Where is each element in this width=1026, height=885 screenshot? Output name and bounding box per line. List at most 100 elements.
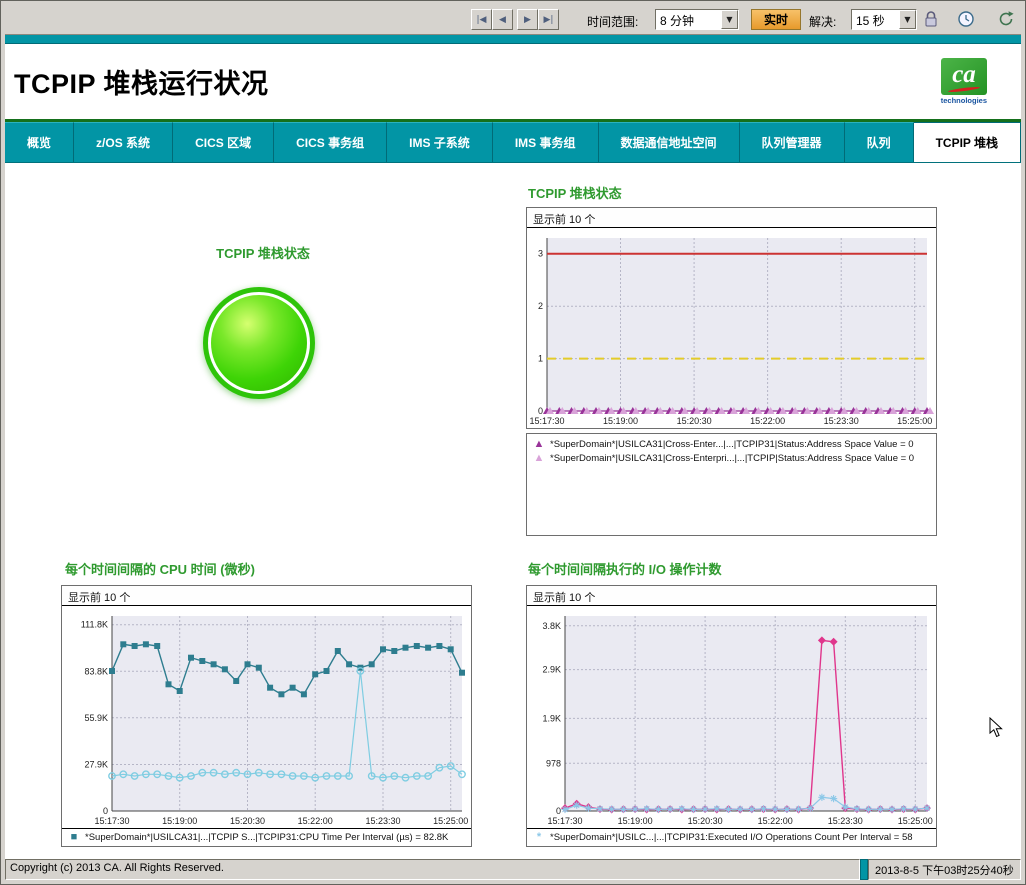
legend-label: *SuperDomain*|USILCA31|Cross-Enterpri...… bbox=[550, 453, 914, 464]
tab-3[interactable]: CICS 区域 bbox=[173, 122, 274, 162]
svg-text:3.8K: 3.8K bbox=[542, 621, 561, 631]
legend-entry: ▲ *SuperDomain*|USILCA31|Cross-Enter...|.… bbox=[533, 439, 930, 450]
ca-logo-mark: ca bbox=[941, 58, 987, 95]
svg-text:0: 0 bbox=[538, 406, 543, 416]
svg-text:15:20:30: 15:20:30 bbox=[230, 816, 265, 826]
tab-5[interactable]: IMS 子系统 bbox=[387, 122, 493, 162]
application-window: |◀ ◀ ▶ ▶| 时间范围: 8 分钟 ▼ 实时 解决: 15 秒 ▼ bbox=[0, 0, 1026, 885]
nav-next-button[interactable]: ▶ bbox=[517, 9, 538, 30]
status-light bbox=[203, 287, 315, 399]
svg-text:15:23:30: 15:23:30 bbox=[824, 416, 859, 426]
tab-10[interactable]: TCPIP 堆栈 bbox=[914, 122, 1021, 162]
svg-text:1.9K: 1.9K bbox=[542, 713, 561, 723]
live-button[interactable]: 实时 bbox=[751, 9, 801, 30]
toolbar: |◀ ◀ ▶ ▶| 时间范围: 8 分钟 ▼ 实时 解决: 15 秒 ▼ bbox=[5, 5, 1021, 34]
svg-text:15:22:00: 15:22:00 bbox=[298, 816, 333, 826]
status-bar: Copyright (c) 2013 CA. All Rights Reserv… bbox=[5, 859, 1021, 880]
resolution-label: 解决: bbox=[809, 13, 836, 30]
triangle-marker-icon: ▲ bbox=[533, 439, 545, 450]
top-n-label: 显示前 10 个 bbox=[62, 586, 471, 606]
legend-label: *SuperDomain*|USILC...|...|TCPIP31:Execu… bbox=[550, 832, 913, 843]
asterisk-marker-icon: * bbox=[533, 832, 545, 843]
svg-text:1: 1 bbox=[538, 354, 543, 364]
status-light-lens bbox=[211, 295, 307, 391]
mouse-cursor bbox=[989, 717, 1005, 739]
resolution-select[interactable]: 15 秒 ▼ bbox=[851, 9, 917, 30]
document-area: TCPIP 堆栈运行状况 ca technologies 概览z/OS 系统CI… bbox=[5, 44, 1021, 859]
cpu-chart-heading: 每个时间间隔的 CPU 时间 (微秒) bbox=[65, 559, 255, 578]
nav-previous-button[interactable]: ◀ bbox=[492, 9, 513, 30]
io-chart-heading: 每个时间间隔执行的 I/O 操作计数 bbox=[528, 559, 722, 578]
tab-6[interactable]: IMS 事务组 bbox=[493, 122, 599, 162]
nav-first-button[interactable]: |◀ bbox=[471, 9, 492, 30]
top-accent-bar bbox=[5, 34, 1021, 44]
status-chart[interactable]: 0 1 2 3 15:17:30 15:19:00 15:20:30 15:22:00 15:2… bbox=[527, 228, 936, 428]
cpu-chart-legend: ■*SuperDomain*|USILCA31|...|TCPIP S...|T… bbox=[62, 828, 471, 846]
tab-2[interactable]: z/OS 系统 bbox=[74, 122, 173, 162]
status-chart-panel: 显示前 10 个 0 1 2 3 15:17:30 15:19:00 15:20:30 15:… bbox=[526, 207, 937, 429]
svg-text:15:22:00: 15:22:00 bbox=[750, 416, 785, 426]
svg-text:55.9K: 55.9K bbox=[84, 713, 108, 723]
statusbar-datetime: 2013-8-5 下午03时25分40秒 bbox=[868, 859, 1021, 880]
io-chart-panel: 显示前 10 个 0 978 1.9K 2.9K 3.8K 15:17:30 15:19:0… bbox=[526, 585, 937, 847]
refresh-icon[interactable] bbox=[997, 10, 1017, 30]
io-chart-legend: * *SuperDomain*|USILC...|...|TCPIP31:Exec… bbox=[527, 828, 936, 846]
svg-text:3: 3 bbox=[538, 249, 543, 259]
svg-text:15:17:30: 15:17:30 bbox=[547, 816, 582, 826]
status-light-heading: TCPIP 堆栈状态 bbox=[5, 243, 521, 262]
svg-text:15:19:00: 15:19:00 bbox=[162, 816, 197, 826]
top-n-label: 显示前 10 个 bbox=[527, 586, 936, 606]
svg-text:2.9K: 2.9K bbox=[542, 665, 561, 675]
legend-entry: * *SuperDomain*|USILC...|...|TCPIP31:Exec… bbox=[533, 832, 930, 843]
svg-text:15:19:00: 15:19:00 bbox=[618, 816, 653, 826]
svg-text:27.9K: 27.9K bbox=[84, 760, 108, 770]
svg-text:978: 978 bbox=[546, 758, 561, 768]
svg-text:2: 2 bbox=[538, 301, 543, 311]
triangle-marker-icon: ▲ bbox=[533, 453, 545, 464]
cpu-chart-panel: 显示前 10 个 027.9K55.9K83.8K111.8K15:17:301… bbox=[61, 585, 472, 847]
tab-8[interactable]: 队列管理器 bbox=[740, 122, 845, 162]
svg-text:0: 0 bbox=[556, 806, 561, 816]
svg-text:15:22:00: 15:22:00 bbox=[758, 816, 793, 826]
page-header: TCPIP 堆栈运行状况 ca technologies bbox=[5, 44, 1021, 119]
tab-1[interactable]: 概览 bbox=[5, 122, 74, 162]
cpu-chart[interactable]: 027.9K55.9K83.8K111.8K15:17:3015:19:0015… bbox=[62, 606, 471, 828]
ca-logo: ca technologies bbox=[941, 58, 987, 105]
svg-text:15:20:30: 15:20:30 bbox=[677, 416, 712, 426]
svg-text:15:25:00: 15:25:00 bbox=[898, 816, 933, 826]
svg-text:15:23:30: 15:23:30 bbox=[365, 816, 400, 826]
io-chart[interactable]: 0 978 1.9K 2.9K 3.8K 15:17:30 15:19:00 15:20:30… bbox=[527, 606, 936, 828]
status-chart-heading: TCPIP 堆栈状态 bbox=[528, 183, 622, 202]
svg-text:15:20:30: 15:20:30 bbox=[688, 816, 723, 826]
legend-label: *SuperDomain*|USILCA31|...|TCPIP S...|TC… bbox=[85, 832, 448, 843]
legend-entry: ■*SuperDomain*|USILCA31|...|TCPIP S...|T… bbox=[68, 832, 465, 843]
top-n-label: 显示前 10 个 bbox=[527, 208, 936, 228]
history-clock-icon[interactable] bbox=[957, 10, 977, 30]
chevron-down-icon[interactable]: ▼ bbox=[899, 10, 916, 29]
page-title: TCPIP 堆栈运行状况 bbox=[14, 62, 269, 101]
lock-icon[interactable] bbox=[923, 10, 943, 30]
tab-9[interactable]: 队列 bbox=[845, 122, 914, 162]
svg-text:111.8K: 111.8K bbox=[81, 620, 108, 630]
time-range-select[interactable]: 8 分钟 ▼ bbox=[655, 9, 739, 30]
nav-last-button[interactable]: ▶| bbox=[538, 9, 559, 30]
svg-text:15:17:30: 15:17:30 bbox=[529, 416, 564, 426]
legend-entry: ▲ *SuperDomain*|USILCA31|Cross-Enterpri..… bbox=[533, 453, 930, 464]
tab-7[interactable]: 数据通信地址空间 bbox=[599, 122, 740, 162]
svg-text:0: 0 bbox=[103, 806, 108, 816]
legend-label: *SuperDomain*|USILCA31|Cross-Enter...|..… bbox=[550, 439, 914, 450]
svg-text:15:25:00: 15:25:00 bbox=[433, 816, 468, 826]
svg-text:15:23:30: 15:23:30 bbox=[828, 816, 863, 826]
dashboard-content: TCPIP 堆栈状态 TCPIP 堆栈状态 显示前 10 个 0 1 2 3 15:17… bbox=[5, 163, 1021, 859]
status-chart-legend: ▲ *SuperDomain*|USILCA31|Cross-Enter...|.… bbox=[526, 433, 937, 536]
svg-text:15:19:00: 15:19:00 bbox=[603, 416, 638, 426]
svg-text:83.8K: 83.8K bbox=[84, 666, 108, 676]
ca-logo-subtext: technologies bbox=[941, 96, 987, 105]
time-range-label: 时间范围: bbox=[587, 13, 638, 30]
copyright-text: Copyright (c) 2013 CA. All Rights Reserv… bbox=[5, 859, 860, 880]
tab-4[interactable]: CICS 事务组 bbox=[274, 122, 387, 162]
statusbar-divider bbox=[860, 859, 868, 880]
time-range-value: 8 分钟 bbox=[656, 10, 721, 29]
svg-text:15:25:00: 15:25:00 bbox=[897, 416, 932, 426]
chevron-down-icon[interactable]: ▼ bbox=[721, 10, 738, 29]
